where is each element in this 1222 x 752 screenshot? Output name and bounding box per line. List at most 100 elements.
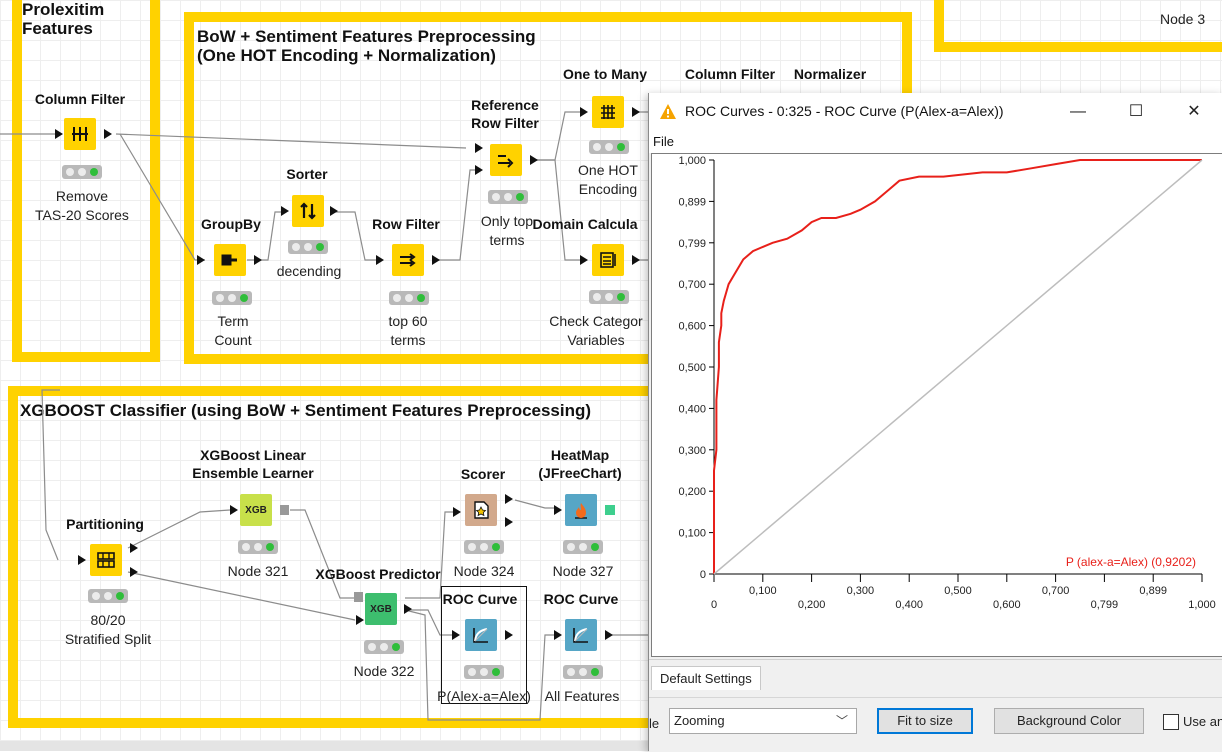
- node-xgb-predictor-sub: Node 322: [353, 663, 415, 679]
- node-partitioning[interactable]: [90, 544, 122, 576]
- node-xgb-predictor[interactable]: XGB: [365, 593, 397, 625]
- model-port[interactable]: [280, 505, 289, 515]
- node-xgb-learner[interactable]: XGB: [240, 494, 272, 526]
- row-filter-icon: [400, 253, 416, 267]
- node-domain-calc-sub: Check Categor Variables: [549, 313, 643, 348]
- y-tick-label: 0,100: [678, 528, 706, 540]
- partition-icon: [97, 552, 115, 568]
- in-port[interactable]: [580, 107, 588, 117]
- canvas-bottom-scrollbar[interactable]: [0, 741, 648, 751]
- warning-icon: [660, 104, 676, 119]
- node-groupby-label: GroupBy: [201, 216, 261, 232]
- in-port[interactable]: [197, 255, 205, 265]
- roc-window[interactable]: ROC Curves - 0:325 - ROC Curve (P(Alex-a…: [648, 93, 1222, 752]
- node-sorter-label: Sorter: [286, 166, 328, 182]
- node-status: [88, 589, 128, 603]
- node-column-filter[interactable]: [64, 118, 96, 150]
- close-button[interactable]: ✕: [1179, 99, 1209, 125]
- node-column-filter-sub: Remove TAS-20 Scores: [35, 188, 129, 223]
- in-port[interactable]: [580, 255, 588, 265]
- fit-to-size-button[interactable]: Fit to size: [877, 708, 973, 734]
- antialias-checkbox[interactable]: [1163, 714, 1179, 730]
- roc-curve-icon: [573, 628, 588, 643]
- node-scorer[interactable]: [465, 494, 497, 526]
- one-to-many-icon: [601, 105, 615, 119]
- x-tick-label: 0,100: [749, 585, 777, 597]
- in-port[interactable]: [55, 129, 63, 139]
- checkbox-label: Use an: [1183, 714, 1222, 729]
- roc-curve-icon: [473, 628, 488, 643]
- node-column-filter-label: Column Filter: [34, 91, 126, 107]
- node-status: [389, 291, 429, 305]
- in-port[interactable]: [475, 143, 483, 153]
- view-port[interactable]: [605, 505, 615, 515]
- x-tick-label: 0,300: [847, 585, 875, 597]
- y-tick-label: 0,500: [678, 362, 706, 374]
- in-port[interactable]: [78, 555, 86, 565]
- node-ref-row-filter[interactable]: [490, 144, 522, 176]
- maximize-button[interactable]: ☐: [1121, 99, 1151, 125]
- out-port[interactable]: [632, 255, 640, 265]
- in-port[interactable]: [554, 630, 562, 640]
- scorer-icon: [474, 501, 489, 519]
- out-port[interactable]: [505, 517, 513, 527]
- settings-bar: le Zooming ﹀ Fit to size Background Colo…: [649, 697, 1222, 752]
- node-status: [589, 140, 629, 154]
- node-status: [589, 290, 629, 304]
- node-roc2-sub: All Features: [544, 688, 620, 704]
- node-status: [563, 540, 603, 554]
- out-port[interactable]: [432, 255, 440, 265]
- node-status: [62, 165, 102, 179]
- out-port[interactable]: [605, 630, 613, 640]
- x-tick-label: 1,000: [1188, 599, 1216, 611]
- legend-label: P (alex-a=Alex) (0,9202): [1066, 555, 1196, 569]
- node-heatmap-label: HeatMap (JFreeChart): [538, 447, 622, 481]
- node-heatmap-sub: Node 327: [552, 563, 614, 579]
- x-tick-label: 0,400: [895, 599, 923, 611]
- out-port[interactable]: [505, 630, 513, 640]
- menu-file[interactable]: File: [653, 134, 674, 149]
- roc-chart: 0 0,100 0,200 0,300 0,400 0,500 0,600 0,700 0,79…: [678, 155, 1216, 611]
- node-domain-calc[interactable]: [592, 244, 624, 276]
- out-port[interactable]: [632, 107, 640, 117]
- in-port[interactable]: [281, 206, 289, 216]
- in-port[interactable]: [376, 255, 384, 265]
- in-port[interactable]: [230, 505, 238, 515]
- node-row-filter[interactable]: [392, 244, 424, 276]
- out-port[interactable]: [130, 543, 138, 553]
- in-port[interactable]: [356, 615, 364, 625]
- in-port[interactable]: [452, 630, 460, 640]
- node-domain-calc-label: Domain Calcula: [532, 216, 638, 232]
- tab-default-settings[interactable]: Default Settings: [651, 666, 761, 690]
- x-tick-label: 0,600: [993, 599, 1021, 611]
- y-tick-label: 0,700: [678, 279, 706, 291]
- in-port[interactable]: [475, 165, 483, 175]
- out-port[interactable]: [505, 494, 513, 504]
- background-color-button[interactable]: Background Color: [994, 708, 1144, 734]
- node-roc1[interactable]: [465, 619, 497, 651]
- node-row-filter-sub: top 60 terms: [388, 313, 428, 348]
- node-roc2[interactable]: [565, 619, 597, 651]
- roc-plot-area[interactable]: 0 0,100 0,200 0,300 0,400 0,500 0,600 0,700 0,79…: [651, 153, 1222, 657]
- x-tick-label: 0,899: [1139, 585, 1167, 597]
- mode-select[interactable]: Zooming ﹀: [669, 708, 857, 734]
- node-sorter-sub: decending: [276, 263, 342, 279]
- node-partitioning-label: Partitioning: [66, 516, 144, 532]
- out-port[interactable]: [130, 567, 138, 577]
- window-titlebar[interactable]: ROC Curves - 0:325 - ROC Curve (P(Alex-a…: [649, 93, 1222, 131]
- node-xgb-learner-label: XGBoost Linear Ensemble Learner: [192, 447, 314, 481]
- node-sorter[interactable]: [292, 195, 324, 227]
- node-one-to-many[interactable]: [592, 96, 624, 128]
- out-port[interactable]: [104, 129, 112, 139]
- node-heatmap[interactable]: [565, 494, 597, 526]
- chevron-down-icon: ﹀: [835, 714, 848, 728]
- y-tick-label: 0,200: [678, 486, 706, 498]
- in-port[interactable]: [453, 507, 461, 517]
- xgb-icon: XGB: [370, 603, 392, 615]
- in-port[interactable]: [554, 505, 562, 515]
- y-tick-label: 0,400: [678, 403, 706, 415]
- y-tick-label: 0: [700, 569, 706, 581]
- model-in-port[interactable]: [354, 592, 363, 602]
- window-title: ROC Curves - 0:325 - ROC Curve (P(Alex-a…: [685, 103, 1004, 119]
- minimize-button[interactable]: —: [1063, 99, 1093, 125]
